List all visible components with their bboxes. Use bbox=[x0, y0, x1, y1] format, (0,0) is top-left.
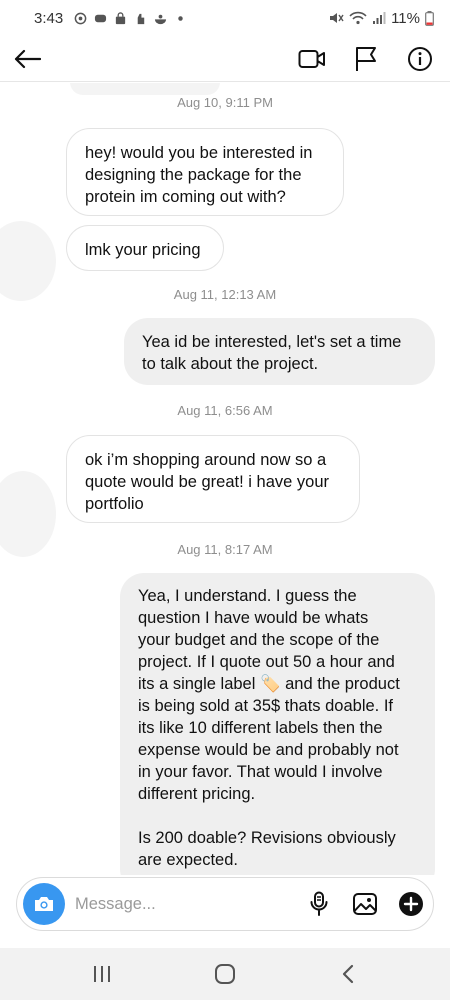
message-line: to talk about the project. bbox=[142, 355, 319, 373]
signal-icon bbox=[373, 12, 386, 24]
message-line: project. If I quote out 50 a hour and bbox=[138, 653, 395, 671]
message-line: Yea id be interested, let's set a time bbox=[142, 333, 402, 351]
outgoing-message[interactable]: Yea id be interested, let's set a time t… bbox=[124, 318, 435, 385]
message-line: question I have would be whats bbox=[138, 609, 369, 627]
bag-icon bbox=[116, 11, 126, 24]
message-line: portfolio bbox=[85, 495, 144, 513]
message-line: your budget and the scope of the bbox=[138, 631, 380, 649]
message-line: lmk your pricing bbox=[85, 241, 201, 259]
message-line: expense would be and probably not bbox=[138, 741, 399, 759]
flag-icon bbox=[356, 46, 376, 71]
timestamp: Aug 10, 9:11 PM bbox=[177, 95, 273, 110]
notification-icons bbox=[74, 11, 187, 25]
home-icon bbox=[214, 964, 235, 984]
recent-apps-button[interactable] bbox=[82, 954, 122, 994]
video-call-icon bbox=[298, 49, 325, 68]
message-line: is being sold at 35$ thats doable. If bbox=[138, 697, 394, 715]
wifi-icon bbox=[349, 11, 367, 25]
message-line: different pricing. bbox=[138, 785, 256, 803]
outgoing-message[interactable]: Yea, I understand. I guess the question … bbox=[120, 573, 435, 875]
message-line: its like 10 different labels then the bbox=[138, 719, 383, 737]
gallery-button[interactable] bbox=[351, 890, 379, 918]
back-arrow-icon bbox=[14, 49, 41, 68]
back-icon bbox=[343, 964, 354, 984]
camera-button[interactable] bbox=[23, 883, 65, 925]
header-actions bbox=[298, 45, 438, 73]
message-line: its a single label 🏷️ and the product bbox=[138, 675, 400, 693]
status-time: 3:43 bbox=[34, 9, 64, 27]
message-line: designing the package for the bbox=[85, 166, 302, 184]
message-line: are expected. bbox=[138, 851, 238, 869]
battery-percent: 11% bbox=[391, 9, 420, 27]
food-icon bbox=[155, 14, 167, 24]
info-button[interactable] bbox=[406, 45, 434, 73]
battery-icon bbox=[425, 10, 434, 26]
message-composer bbox=[16, 877, 434, 931]
message-thread[interactable]: Aug 10, 9:11 PM hey! would you be intere… bbox=[0, 83, 450, 875]
incoming-message[interactable]: lmk your pricing bbox=[66, 225, 224, 271]
message-line: quote would be great! i have your bbox=[85, 473, 329, 491]
hand-icon bbox=[137, 13, 145, 24]
camera-icon bbox=[35, 897, 53, 911]
message-line: ok i’m shopping around now so a bbox=[85, 451, 327, 469]
message-line: Is 200 doable? Revisions obviously bbox=[138, 829, 396, 847]
message-line: Yea, I understand. I guess the bbox=[138, 587, 357, 605]
status-bar: 3:43 11% bbox=[0, 0, 450, 36]
status-left: 3:43 bbox=[34, 10, 187, 27]
microphone-icon bbox=[310, 891, 328, 916]
dot-icon bbox=[178, 15, 183, 21]
info-icon bbox=[408, 46, 432, 71]
message-line: protein im coming out with? bbox=[85, 188, 286, 206]
home-button[interactable] bbox=[205, 954, 245, 994]
cropped-header-shape bbox=[70, 83, 220, 95]
video-call-button[interactable] bbox=[298, 45, 326, 73]
composer-actions bbox=[305, 890, 425, 918]
plus-icon bbox=[399, 892, 423, 916]
timestamp: Aug 11, 12:13 AM bbox=[173, 287, 277, 302]
incoming-message[interactable]: ok i’m shopping around now so a quote wo… bbox=[66, 435, 360, 523]
incoming-message[interactable]: hey! would you be interested in designin… bbox=[66, 128, 344, 216]
timestamp: Aug 11, 8:17 AM bbox=[177, 542, 273, 557]
voice-message-button[interactable] bbox=[305, 890, 333, 918]
report-flag-button[interactable] bbox=[352, 45, 380, 73]
message-line-blank bbox=[138, 805, 417, 827]
thread-header bbox=[0, 36, 450, 82]
sync-icon bbox=[74, 12, 87, 24]
timestamp: Aug 11, 6:56 AM bbox=[177, 403, 273, 418]
gallery-icon bbox=[353, 893, 377, 915]
system-back-button[interactable] bbox=[328, 954, 368, 994]
back-button[interactable] bbox=[12, 44, 42, 74]
more-options-button[interactable] bbox=[397, 890, 425, 918]
recent-apps-icon bbox=[93, 966, 110, 982]
message-input[interactable] bbox=[75, 894, 275, 914]
game-icon bbox=[95, 14, 107, 22]
status-right: 11% bbox=[328, 10, 434, 27]
mute-icon bbox=[330, 13, 344, 23]
message-line: hey! would you be interested in bbox=[85, 144, 313, 162]
system-navigation-bar bbox=[0, 948, 450, 1000]
message-line: in your favor. That would I involve bbox=[138, 763, 383, 781]
